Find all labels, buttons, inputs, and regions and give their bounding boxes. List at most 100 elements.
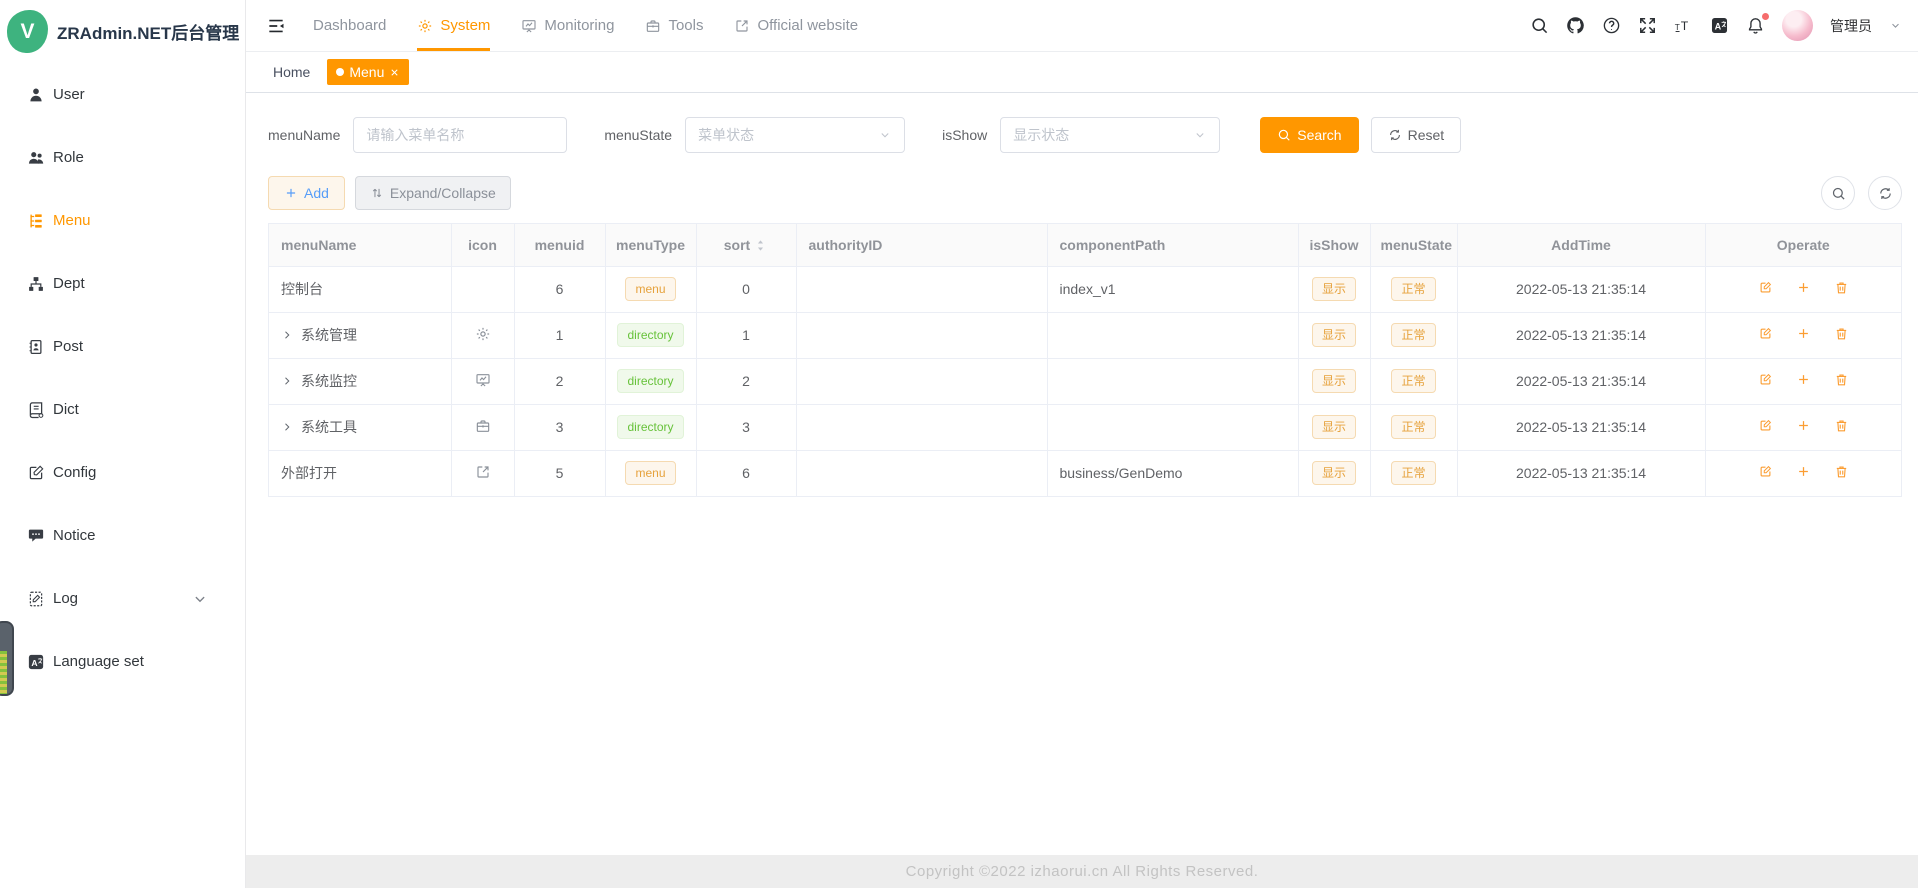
refresh-icon — [1388, 128, 1402, 142]
search-icon — [1831, 186, 1846, 201]
tab-menu[interactable]: Menu — [327, 59, 409, 85]
delete-button[interactable] — [1834, 372, 1849, 387]
table-row: 系统监控2directory2显示正常2022-05-13 21:35:14 — [269, 358, 1901, 404]
add-button[interactable]: Add — [268, 176, 345, 210]
sidebar-item-label: Config — [53, 464, 96, 481]
add-child-button[interactable] — [1796, 464, 1811, 479]
menu-type-tag: directory — [617, 415, 683, 439]
sidebar-item-role[interactable]: Role — [0, 126, 245, 189]
table-toolbar: Add Expand/Collapse — [268, 176, 1902, 210]
nav-item-system[interactable]: System — [417, 0, 490, 51]
chevron-down-icon — [1193, 128, 1207, 142]
github-icon[interactable] — [1566, 16, 1585, 35]
search-icon — [1277, 128, 1291, 142]
logo-icon: V — [7, 10, 48, 53]
table-tools — [1821, 176, 1902, 210]
user-name[interactable]: 管理员 — [1830, 16, 1872, 36]
cell-icon — [451, 266, 514, 312]
external-link-icon — [734, 18, 750, 34]
avatar[interactable] — [1782, 10, 1813, 41]
add-child-button[interactable] — [1796, 326, 1811, 341]
chevron-right-icon — [281, 421, 293, 433]
cell-icon — [451, 404, 514, 450]
nav-item-dashboard[interactable]: Dashboard — [313, 0, 386, 51]
edit-button[interactable] — [1758, 326, 1773, 341]
app-logo[interactable]: V ZRAdmin.NET后台管理 — [0, 0, 245, 63]
sidebar-collapse-icon[interactable] — [266, 16, 286, 36]
cell-operate — [1705, 450, 1901, 496]
menu-name-input[interactable] — [353, 117, 567, 153]
cell-add-time: 2022-05-13 21:35:14 — [1457, 312, 1705, 358]
sidebar-item-menu[interactable]: Menu — [0, 189, 245, 252]
toolbox-icon — [475, 418, 491, 434]
dict-icon — [27, 401, 45, 419]
cell-menuid: 3 — [514, 404, 605, 450]
cell-menu-state: 正常 — [1370, 450, 1457, 496]
search-icon[interactable] — [1530, 16, 1549, 35]
col-header-sort[interactable]: sort — [696, 224, 796, 266]
is-show-select[interactable]: 显示状态 — [1000, 117, 1220, 153]
table-header-row: menuNameiconmenuidmenuTypesortauthorityI… — [269, 224, 1901, 266]
cell-component-path — [1047, 404, 1298, 450]
help-icon[interactable] — [1602, 16, 1621, 35]
cell-sort: 0 — [696, 266, 796, 312]
edit-button[interactable] — [1758, 372, 1773, 387]
post-icon — [27, 338, 45, 356]
sidebar-item-dict[interactable]: Dict — [0, 378, 245, 441]
delete-button[interactable] — [1834, 326, 1849, 341]
tab-label: Menu — [349, 64, 384, 80]
sidebar-item-config[interactable]: Config — [0, 441, 245, 504]
search-button-label: Search — [1297, 127, 1341, 143]
col-header-icon: icon — [451, 224, 514, 266]
chevron-down-icon[interactable] — [1889, 19, 1902, 32]
sidebar-item-language-set[interactable]: ALanguage set — [0, 630, 245, 693]
sidebar-item-post[interactable]: Post — [0, 315, 245, 378]
main-area: Dashboard System Monitoring Tools Official w… — [246, 0, 1918, 888]
svg-text:T: T — [1681, 19, 1689, 33]
sidebar-item-user[interactable]: User — [0, 63, 245, 126]
sidebar-item-label: Dict — [53, 401, 79, 418]
menu-state-placeholder: 菜单状态 — [698, 125, 878, 145]
nav-item-label: Tools — [668, 17, 703, 34]
tags-view-bar: Home Menu — [246, 52, 1918, 93]
edit-button[interactable] — [1758, 280, 1773, 295]
fullscreen-icon[interactable] — [1638, 16, 1657, 35]
topbar: Dashboard System Monitoring Tools Official w… — [246, 0, 1918, 52]
expand-collapse-button[interactable]: Expand/Collapse — [355, 176, 511, 210]
page-footer: Copyright ©2022 izhaorui.cn All Rights R… — [246, 855, 1918, 888]
search-button[interactable]: Search — [1260, 117, 1358, 153]
edit-button[interactable] — [1758, 418, 1773, 433]
bell-icon[interactable] — [1746, 16, 1765, 35]
font-size-icon[interactable]: TT — [1674, 16, 1693, 35]
add-child-button[interactable] — [1796, 418, 1811, 433]
edit-button[interactable] — [1758, 464, 1773, 479]
translate-icon[interactable]: A — [1710, 16, 1729, 35]
nav-item-monitoring[interactable]: Monitoring — [521, 0, 614, 51]
menu-state-select[interactable]: 菜单状态 — [685, 117, 905, 153]
refresh-icon — [1878, 186, 1893, 201]
sidebar-item-notice[interactable]: Notice — [0, 504, 245, 567]
cell-menuid: 5 — [514, 450, 605, 496]
nav-item-tools[interactable]: Tools — [645, 0, 703, 51]
delete-button[interactable] — [1834, 280, 1849, 295]
log-icon — [27, 590, 45, 608]
delete-button[interactable] — [1834, 464, 1849, 479]
cell-authority-id — [796, 450, 1047, 496]
sort-arrows-icon — [370, 186, 384, 200]
reset-button[interactable]: Reset — [1371, 117, 1462, 153]
sidebar-item-dept[interactable]: Dept — [0, 252, 245, 315]
cell-add-time: 2022-05-13 21:35:14 — [1457, 266, 1705, 312]
cell-menu-state: 正常 — [1370, 312, 1457, 358]
top-nav: Dashboard System Monitoring Tools Official w… — [313, 0, 858, 51]
menu-state-label: menuState — [604, 127, 672, 143]
sort-carets-icon[interactable] — [753, 238, 768, 253]
toggle-search-button[interactable] — [1821, 176, 1855, 210]
tab-home[interactable]: Home — [269, 59, 314, 85]
add-child-button[interactable] — [1796, 280, 1811, 295]
delete-button[interactable] — [1834, 418, 1849, 433]
sidebar-item-log[interactable]: Log — [0, 567, 245, 630]
cell-operate — [1705, 404, 1901, 450]
nav-item-official-website[interactable]: Official website — [734, 0, 858, 51]
refresh-table-button[interactable] — [1868, 176, 1902, 210]
add-child-button[interactable] — [1796, 372, 1811, 387]
